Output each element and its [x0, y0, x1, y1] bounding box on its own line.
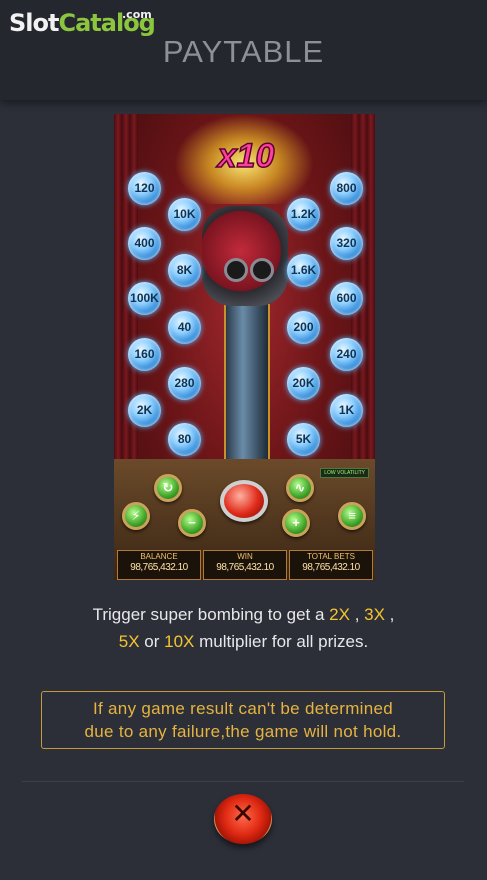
page-title: PAYTABLE [162, 34, 325, 69]
turbo-icon: ⚡ [122, 502, 150, 530]
prize-bubble: 5K [287, 423, 320, 456]
total-bets-label: TOTAL BETS [307, 552, 355, 561]
autoplay-icon: ↻ [154, 474, 182, 502]
total-bets-value: 98,765,432.10 [302, 562, 360, 573]
menu-icon: ≡ [338, 502, 366, 530]
prize-bubble: 2K [128, 394, 161, 427]
minus-icon: − [178, 509, 206, 537]
multiplier-10x: 10X [164, 632, 195, 651]
spin-button-icon [220, 480, 268, 522]
description-sep: , [349, 605, 365, 624]
description-text: Trigger super bombing to get a [92, 605, 330, 624]
win-display: WIN 98,765,432.10 [203, 550, 287, 580]
prize-bubble: 160 [128, 338, 161, 371]
prize-bubble: 1K [330, 394, 363, 427]
prize-bubble: 100K [128, 282, 161, 315]
plus-icon: + [282, 509, 310, 537]
watermark-com: .com [122, 8, 152, 21]
prize-bubble: 400 [128, 227, 161, 260]
description-text: multiplier for all prizes. [194, 632, 369, 651]
close-button[interactable]: ✕ [214, 794, 272, 844]
prize-bubble: 280 [168, 367, 201, 400]
game-preview-image: x10 120 400 100K 160 2K 10K 8K 40 280 80… [114, 114, 375, 580]
disclaimer-line: If any game result can't be determined [92, 699, 394, 718]
bomb-pipe [224, 304, 270, 461]
multiplier-2x: 2X [329, 605, 350, 624]
multiplier-label: x10 [217, 136, 275, 176]
robot-eye-icon [250, 258, 274, 282]
robot-icon [202, 206, 288, 306]
total-bets-display: TOTAL BETS 98,765,432.10 [289, 550, 373, 580]
multiplier-5x: 5X [118, 632, 140, 651]
prize-bubble: 600 [330, 282, 363, 315]
prize-bubble: 40 [168, 311, 201, 344]
watermark-slot: Slot [9, 9, 59, 37]
prize-bubble: 120 [128, 172, 161, 205]
description-sep: , [384, 605, 395, 624]
volatility-label: LOW VOLATILITY [320, 468, 369, 478]
disclaimer-box: If any game result can't be determined d… [41, 691, 445, 749]
prize-bubble: 10K [168, 198, 201, 231]
prize-bubble: 80 [168, 423, 201, 456]
balance-display: BALANCE 98,765,432.10 [117, 550, 201, 580]
win-value: 98,765,432.10 [216, 562, 274, 573]
prize-bubble: 20K [287, 367, 320, 400]
wave-icon: ∿ [286, 474, 314, 502]
balance-label: BALANCE [140, 552, 178, 561]
prize-bubble: 240 [330, 338, 363, 371]
prize-bubble: 1.6K [287, 254, 320, 287]
prize-bubble: 200 [287, 311, 320, 344]
description-or: or [139, 632, 165, 651]
balance-value: 98,765,432.10 [130, 562, 188, 573]
close-icon: ✕ [231, 798, 255, 829]
prize-bubble: 800 [330, 172, 363, 205]
disclaimer-line: due to any failure,the game will not hol… [84, 722, 402, 741]
feature-description: Trigger super bombing to get a 2X , 3X ,… [0, 601, 487, 655]
multiplier-3x: 3X [364, 605, 385, 624]
robot-eye-icon [224, 258, 248, 282]
divider [22, 781, 464, 782]
prize-bubble: 1.2K [287, 198, 320, 231]
win-label: WIN [237, 552, 253, 561]
header: SlotCatalog .com PAYTABLE [0, 0, 487, 100]
prize-bubble: 320 [330, 227, 363, 260]
prize-bubble: 8K [168, 254, 201, 287]
